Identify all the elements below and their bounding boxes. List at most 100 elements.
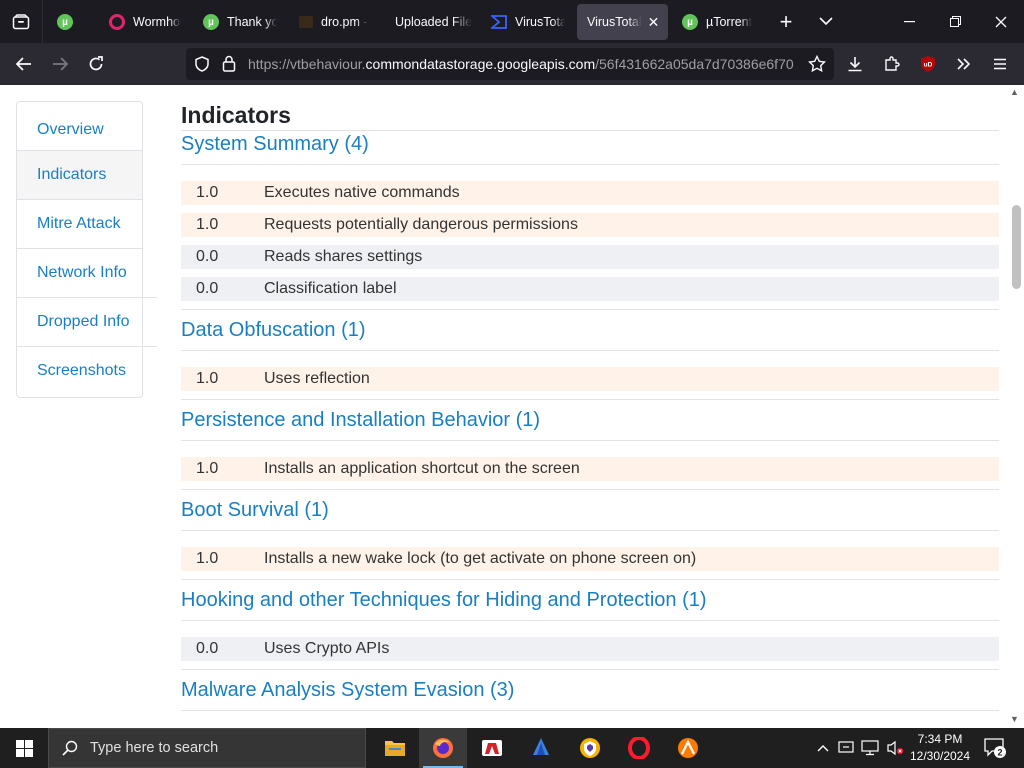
- restore-button[interactable]: [932, 0, 978, 43]
- app-menu-button[interactable]: [984, 48, 1016, 80]
- tab-uploaded-file[interactable]: Uploaded File: [383, 4, 473, 40]
- report-sidebar-nav: Overview Indicators Mitre Attack Network…: [16, 101, 157, 398]
- app-icon: [678, 738, 698, 758]
- scroll-down-arrow-icon[interactable]: ▼: [1010, 714, 1019, 724]
- tab-wormhole[interactable]: Wormhole: [99, 4, 181, 40]
- back-button[interactable]: [8, 48, 40, 80]
- indicator-row: 0.0 Reads shares settings: [181, 245, 999, 269]
- app-icon: [533, 738, 549, 755]
- downloads-button[interactable]: [839, 48, 871, 80]
- taskbar-opera[interactable]: [615, 728, 663, 768]
- taskbar-app-blue[interactable]: [517, 728, 565, 768]
- ublock-origin-button[interactable]: uD: [912, 48, 944, 80]
- section-heading-persistence[interactable]: Persistence and Installation Behavior (1…: [181, 409, 540, 432]
- section-heading-hooking[interactable]: Hooking and other Techniques for Hiding …: [181, 589, 707, 612]
- bookmark-star-icon[interactable]: [808, 55, 826, 73]
- divider: [181, 579, 999, 580]
- divider: [181, 130, 999, 131]
- tab-title: Uploaded File: [395, 15, 473, 29]
- extension-badge-text: uD: [924, 62, 933, 69]
- divider: [181, 620, 999, 621]
- utorrent-icon: µ: [682, 14, 698, 30]
- tab-virustotal[interactable]: VirusTotal: [481, 4, 565, 40]
- divider: [181, 710, 999, 711]
- section-heading-malware-evasion[interactable]: Malware Analysis System Evasion (3): [181, 679, 514, 702]
- sidebar-item-network-info[interactable]: Network Info: [17, 249, 157, 298]
- tab-utorrent-pinned[interactable]: µ: [47, 4, 87, 40]
- indicator-description: Classification label: [264, 280, 397, 297]
- network-button[interactable]: [859, 728, 881, 768]
- scroll-up-arrow-icon[interactable]: ▲: [1010, 87, 1019, 97]
- url-path: /56f431662a05da7d70386e6f70: [595, 56, 794, 72]
- indicator-row: 1.0 Installs a new wake lock (to get act…: [181, 547, 999, 571]
- reload-button[interactable]: [80, 48, 112, 80]
- tab-title: Wormhole: [133, 15, 181, 29]
- section-heading-data-obfuscation[interactable]: Data Obfuscation (1): [181, 319, 366, 342]
- taskbar-brave[interactable]: [566, 728, 614, 768]
- indicator-score: 1.0: [196, 550, 219, 567]
- plus-icon: +: [779, 8, 793, 34]
- tab-dro-pm[interactable]: dro.pm -: [289, 4, 371, 40]
- divider: [181, 399, 999, 400]
- taskbar-file-explorer[interactable]: [371, 728, 419, 768]
- page-scrollbar[interactable]: ▲ ▼: [1007, 85, 1024, 728]
- list-all-tabs-button[interactable]: [810, 0, 842, 43]
- tab-utorrent[interactable]: µ µTorrent: [672, 4, 756, 40]
- arrow-left-icon: [16, 57, 31, 71]
- search-icon: [62, 740, 78, 756]
- navigation-toolbar: https://vtbehaviour.commondatastorage.go…: [0, 43, 1024, 85]
- url-scheme: https://vtbehaviour.: [248, 56, 366, 72]
- close-tab-icon[interactable]: ✕: [648, 14, 660, 31]
- indicator-description: Installs a new wake lock (to get activat…: [264, 550, 697, 567]
- virustotal-icon: [491, 15, 507, 29]
- tray-app-button[interactable]: [836, 728, 856, 768]
- divider: [181, 530, 999, 531]
- notifications-button[interactable]: 2: [980, 728, 1010, 768]
- shield-icon[interactable]: [194, 56, 210, 72]
- chevron-up-icon: [817, 745, 829, 752]
- close-window-button[interactable]: [978, 0, 1024, 43]
- divider: [181, 489, 999, 490]
- clock-date: 12/30/2024: [909, 749, 971, 763]
- taskbar-app-red[interactable]: [468, 728, 516, 768]
- tab-thank-you[interactable]: µ Thank you: [193, 4, 277, 40]
- windows-taskbar: Type here to search 7:34 PM 12/30/2024 2: [0, 728, 1024, 768]
- sidebar-item-screenshots[interactable]: Screenshots: [17, 347, 142, 397]
- lock-icon[interactable]: [222, 55, 236, 72]
- minimize-button[interactable]: [886, 0, 932, 43]
- taskbar-firefox[interactable]: [419, 728, 467, 768]
- volume-button[interactable]: [884, 728, 906, 768]
- clock-time: 7:34 PM: [917, 732, 963, 746]
- scrollbar-thumb[interactable]: [1012, 205, 1021, 289]
- divider: [181, 309, 999, 310]
- sidebar-item-mitre-attack[interactable]: Mitre Attack: [17, 200, 142, 249]
- taskbar-search-box[interactable]: Type here to search: [48, 728, 366, 768]
- indicator-score: 1.0: [196, 216, 219, 233]
- taskbar-app-orange[interactable]: [664, 728, 712, 768]
- url-text[interactable]: https://vtbehaviour.commondatastorage.go…: [248, 56, 796, 72]
- show-hidden-icons-button[interactable]: [814, 728, 832, 768]
- sidebar-item-dropped-info[interactable]: Dropped Info: [17, 298, 157, 347]
- opera-icon: [628, 737, 650, 759]
- indicator-row: 0.0 Uses Crypto APIs: [181, 637, 999, 661]
- chevron-down-icon: [819, 17, 833, 26]
- tab-title: Thank you: [227, 15, 277, 29]
- search-placeholder: Type here to search: [90, 740, 219, 756]
- section-heading-system-summary[interactable]: System Summary (4): [181, 133, 369, 156]
- firefox-view-button[interactable]: [0, 0, 43, 43]
- forward-button[interactable]: [44, 48, 76, 80]
- section-heading-boot-survival[interactable]: Boot Survival (1): [181, 499, 329, 522]
- tab-title: VirusTotal: [587, 15, 642, 29]
- tab-virustotal-active[interactable]: VirusTotal ✕: [577, 4, 668, 40]
- start-button[interactable]: [0, 728, 48, 768]
- more-tools-button[interactable]: [948, 48, 980, 80]
- extensions-button[interactable]: [876, 48, 908, 80]
- sidebar-item-indicators[interactable]: Indicators: [17, 151, 142, 200]
- firefox-icon: [433, 738, 453, 758]
- new-tab-button[interactable]: +: [770, 0, 802, 43]
- sidebar-item-overview[interactable]: Overview: [17, 102, 142, 151]
- puzzle-icon: [885, 56, 900, 71]
- address-bar[interactable]: https://vtbehaviour.commondatastorage.go…: [186, 48, 834, 80]
- taskbar-clock[interactable]: 7:34 PM 12/30/2024: [906, 731, 974, 765]
- indicator-row: 1.0 Uses reflection: [181, 367, 999, 391]
